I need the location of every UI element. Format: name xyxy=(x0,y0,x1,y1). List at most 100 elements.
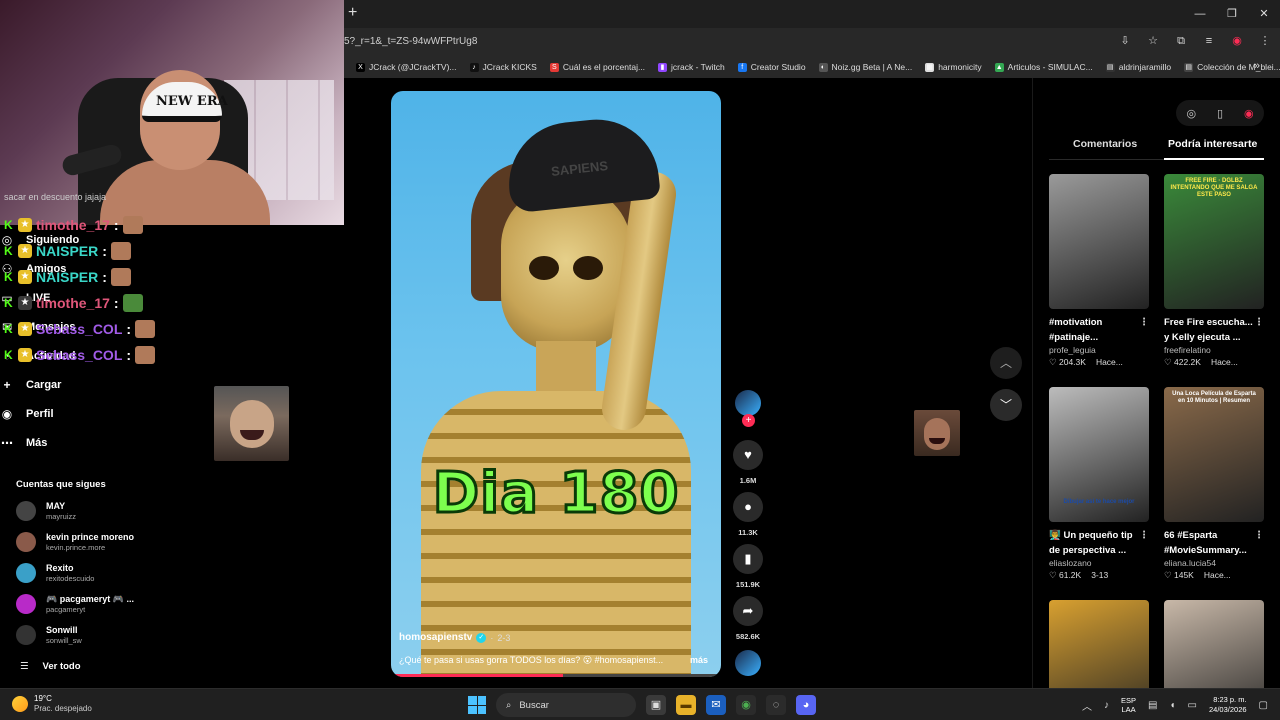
save-button[interactable]: ▮ xyxy=(733,544,763,574)
previous-video-button[interactable]: ︿ xyxy=(990,347,1022,379)
chat-colon: : xyxy=(126,347,132,363)
like-button[interactable]: ♥ xyxy=(733,440,763,470)
clock[interactable]: 8:23 p. m. 24/03/2026 xyxy=(1209,695,1247,715)
video-thumbnail[interactable] xyxy=(1049,174,1149,309)
bookmark-item[interactable]: ♪ JCrack KICKS xyxy=(469,62,537,72)
card-menu-icon[interactable]: ⋮ xyxy=(1139,315,1149,330)
chat-previous-line: sacar en descuento jajaja xyxy=(4,192,107,202)
volume-icon[interactable]: ◖ xyxy=(1170,700,1176,711)
network-icon[interactable]: ▤ xyxy=(1148,700,1157,711)
bookmark-item[interactable]: ▲ Articulos - SIMULAC... xyxy=(994,62,1093,72)
close-window-button[interactable]: ✕ xyxy=(1248,0,1280,28)
sidebar-item-5[interactable]: + Cargar xyxy=(0,378,61,392)
x-icon: X xyxy=(356,62,365,72)
chrome-icon[interactable]: ◉ xyxy=(736,695,756,715)
following-account[interactable]: Sonwill sonwill_sw xyxy=(16,625,82,645)
sound-disc[interactable] xyxy=(735,650,761,676)
notification-icon[interactable]: ▢ xyxy=(1259,700,1268,711)
clock-date: 24/03/2026 xyxy=(1209,705,1247,714)
following-account[interactable]: 🎮 pacgameryt 🎮 ... pacgameryt xyxy=(16,594,134,614)
minimize-button[interactable]: — xyxy=(1184,0,1216,28)
follow-plus-icon[interactable]: + xyxy=(742,414,755,427)
chat-colon: : xyxy=(102,269,107,285)
chat-message: K ★ NAISPER: xyxy=(4,242,131,260)
profile-avatar-icon[interactable]: ◉ xyxy=(1244,107,1254,120)
media-icon[interactable]: ≡ xyxy=(1202,34,1216,48)
twitch-icon: ▮ xyxy=(658,62,668,72)
bookmark-item[interactable]: ◐ Noiz.gg Beta | A Ne... xyxy=(818,62,912,72)
tab-may-interest[interactable]: Podría interesarte xyxy=(1168,138,1257,150)
more-bookmarks-icon[interactable]: » xyxy=(1254,60,1260,72)
video-card[interactable]: Dibujar así te hace mejor 👨‍🏫 Un pequeño … xyxy=(1049,387,1149,581)
bookmark-item[interactable]: X JCrack (@JCrackTV)... xyxy=(356,62,457,72)
bookmark-star-icon[interactable]: ☆ xyxy=(1146,34,1160,48)
compass-icon[interactable]: ◎ xyxy=(1186,107,1196,120)
following-account[interactable]: MAY mayruizz xyxy=(16,501,76,521)
file-explorer-icon[interactable]: ▬ xyxy=(676,695,696,715)
microphone-tray-icon[interactable]: ♪ xyxy=(1104,700,1109,711)
account-name: MAY xyxy=(46,501,66,511)
extensions-icon[interactable]: ⧉ xyxy=(1174,34,1188,48)
video-thumbnail[interactable]: FREE FIRE · DGLBZ INTENTANDO QUE ME SALG… xyxy=(1164,174,1264,309)
video-thumbnail[interactable]: Una Loca Película de Esparta en 10 Minut… xyxy=(1164,387,1264,522)
bookmark-item[interactable]: f Creator Studio xyxy=(737,62,806,72)
creator-avatar[interactable] xyxy=(735,390,761,416)
share-button[interactable]: ➦ xyxy=(733,596,763,626)
card-stats: ♡ 204.3K Hace... xyxy=(1049,357,1149,368)
card-menu-icon[interactable]: ⋮ xyxy=(1254,528,1264,543)
card-menu-icon[interactable]: ⋮ xyxy=(1139,528,1149,543)
taskbar-search[interactable]: ⌕ Buscar xyxy=(496,693,636,717)
task-view-icon[interactable]: ▣ xyxy=(646,695,666,715)
battery-icon[interactable]: ▭ xyxy=(1188,700,1197,711)
windows-start-icon[interactable] xyxy=(468,696,486,714)
bookmark-item[interactable]: ▤ aldrinjaramillo xyxy=(1105,62,1171,72)
video-author[interactable]: homosapienstv ✓ · 2-3 xyxy=(399,632,510,643)
video-card[interactable]: FREE FIRE · DGLBZ INTENTANDO QUE ME SALG… xyxy=(1164,174,1264,368)
new-tab-button[interactable]: + xyxy=(348,4,357,22)
tab-comments[interactable]: Comentarios xyxy=(1073,138,1137,150)
kebab-menu-icon[interactable]: ⋮ xyxy=(1258,34,1272,48)
video-more-link[interactable]: más xyxy=(690,655,708,665)
bookmark-item[interactable]: ▤ Colección de M_blei... xyxy=(1184,62,1280,72)
discord-icon[interactable]: ◕ xyxy=(796,695,816,715)
sidebar-item-7[interactable]: ⋯ Más xyxy=(0,436,47,450)
card-menu-icon[interactable]: ⋮ xyxy=(1254,315,1264,330)
card-user[interactable]: freefirelatino xyxy=(1164,345,1264,355)
video-card[interactable]: Una Loca Película de Esparta en 10 Minut… xyxy=(1164,387,1264,581)
language-indicator[interactable]: ESP LAA xyxy=(1121,696,1136,714)
url-field[interactable]: 5?_r=1&_t=ZS-94wWFPtrUg8 xyxy=(344,36,477,47)
emote-icon xyxy=(135,346,156,364)
card-user[interactable]: eliaslozano xyxy=(1049,558,1149,568)
video-skull xyxy=(501,186,631,351)
comment-button[interactable]: ● xyxy=(733,492,763,522)
card-user[interactable]: profe_leguia xyxy=(1049,345,1149,355)
card-user[interactable]: eliana.lucia54 xyxy=(1164,558,1264,568)
doc-icon: ▤ xyxy=(1184,62,1194,72)
bookmark-item[interactable]: ▦ harmonicity xyxy=(925,62,982,72)
author-name[interactable]: homosapienstv xyxy=(399,632,472,643)
following-account[interactable]: kevin prince moreno kevin.prince.more xyxy=(16,532,134,552)
following-account[interactable]: Rexito rexitodescuido xyxy=(16,563,94,583)
browser-tab-bar: + — ❐ ✕ xyxy=(344,0,1280,28)
video-progress-bar[interactable] xyxy=(391,674,721,677)
laughing-emote xyxy=(914,410,960,456)
video-card[interactable]: #motivation #patinaje... ⋮ profe_leguia ♡ 2… xyxy=(1049,174,1149,368)
weather-widget[interactable]: 19°C Prac. despejado xyxy=(12,694,92,714)
install-icon[interactable]: ⇩ xyxy=(1118,34,1132,48)
video-player[interactable]: SAPIENS Dia 180 homosapienstv ✓ · 2-3 ¿Q… xyxy=(391,91,721,677)
tray-chevron-icon[interactable]: ︿ xyxy=(1082,698,1092,713)
restore-button[interactable]: ❐ xyxy=(1216,0,1248,28)
see-all-button[interactable]: ☰ Ver todo xyxy=(20,661,81,672)
mail-icon[interactable]: ✉ xyxy=(706,695,726,715)
bookmark-item[interactable]: S Cuál es el porcentaj... xyxy=(549,62,645,72)
heart-icon: ♡ xyxy=(1049,570,1059,580)
obs-icon[interactable]: ◌ xyxy=(766,695,786,715)
next-video-button[interactable]: ﹀ xyxy=(990,389,1022,421)
kick-badge-icon: K xyxy=(4,218,13,232)
profile-icon[interactable]: ◉ xyxy=(1230,34,1244,48)
sidebar-item-6[interactable]: ◉ Perfil xyxy=(0,407,54,421)
video-thumbnail[interactable]: Dibujar así te hace mejor xyxy=(1049,387,1149,522)
card-likes: ♡ 145K xyxy=(1164,570,1194,581)
bookmark-item[interactable]: ▮ jcrack - Twitch xyxy=(658,62,725,72)
device-icon[interactable]: ▯ xyxy=(1217,107,1223,120)
